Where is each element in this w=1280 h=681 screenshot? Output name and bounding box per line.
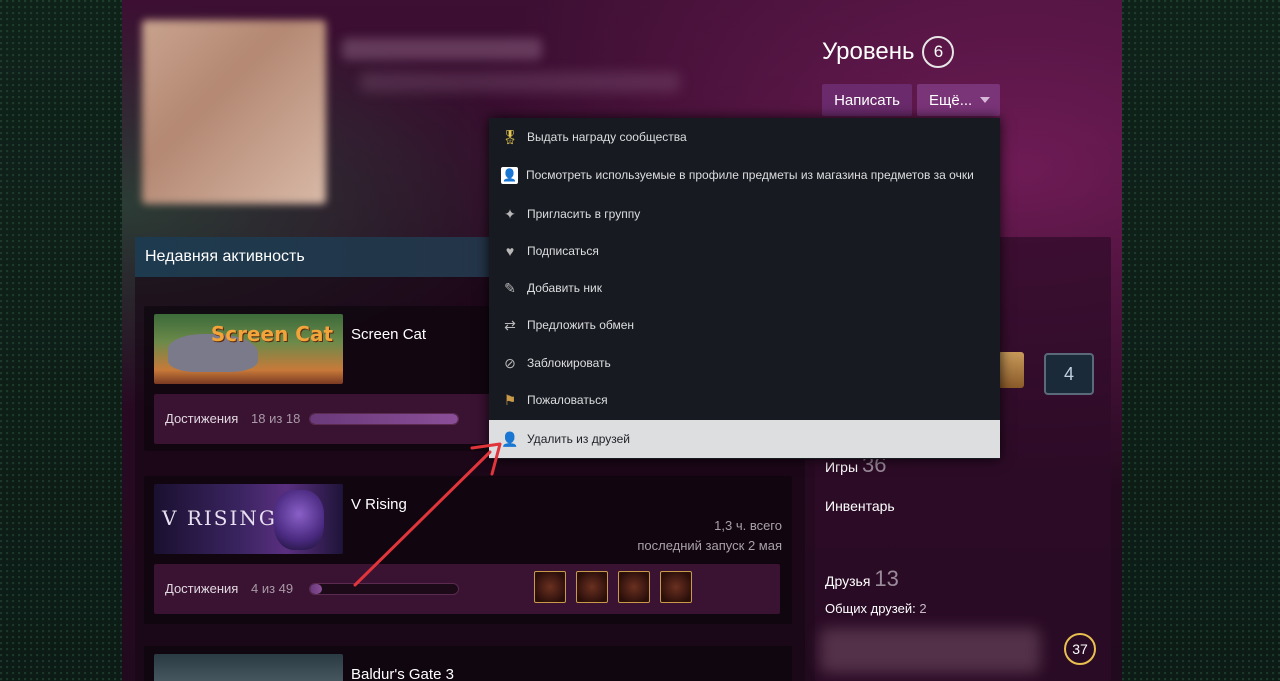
friends-label: Друзья (825, 573, 871, 589)
flag-icon: ⚑ (503, 391, 517, 408)
mutual-friends[interactable]: Общих друзей: 2 (825, 601, 927, 616)
recent-activity-header: Недавняя активность (135, 237, 505, 277)
achievements-label: Достижения (165, 411, 239, 426)
menu-item-label: Подписаться (527, 244, 599, 258)
block-icon: ⊘ (504, 354, 516, 371)
profile-items-icon: 👤 (501, 166, 518, 184)
menu-item-trade[interactable]: ⇄ Предложить обмен (489, 306, 1000, 344)
friend-level-badge: 37 (1064, 633, 1096, 665)
game-playtime-stats: 1,3 ч. всего последний запуск 2 мая (637, 516, 782, 556)
remove-friend-icon: 👤 (501, 430, 519, 447)
award-icon: 🎖 (501, 128, 519, 145)
mutual-friends-count: 2 (919, 601, 927, 616)
menu-item-label: Добавить ник (527, 281, 602, 295)
menu-item-view-profile-items[interactable]: 👤 Посмотреть используемые в профиле пред… (489, 156, 1000, 194)
profile-summary-blurred (360, 72, 680, 92)
pencil-icon: ✎ (504, 279, 516, 296)
inventory-label: Инвентарь (825, 498, 895, 514)
menu-item-block[interactable]: ⊘ Заблокировать (489, 344, 1000, 382)
sidebar-inventory-link[interactable]: Инвентарь (825, 498, 895, 514)
hours-played: 1,3 ч. всего (714, 518, 782, 533)
game-capsule-image[interactable]: V RISING (154, 484, 343, 554)
games-label: Игры (825, 459, 859, 475)
achievements-progress-track (309, 583, 459, 595)
vampire-illustration (274, 490, 324, 550)
recent-activity-title: Недавняя активность (145, 248, 305, 265)
game-capsule-image[interactable]: Screen Cat (154, 314, 343, 384)
game-name-link[interactable]: V Rising (351, 496, 407, 513)
friends-count: 13 (874, 566, 899, 591)
achievement-icon[interactable] (618, 571, 650, 603)
page-background-left (0, 0, 122, 681)
menu-item-add-nickname[interactable]: ✎ Добавить ник (489, 269, 1000, 307)
achievements-count: 4 из 49 (251, 581, 294, 596)
page-background-right (1122, 0, 1280, 681)
write-message-label: Написать (834, 91, 900, 109)
menu-item-label: Пожаловаться (527, 393, 608, 407)
menu-item-label: Посмотреть используемые в профиле предме… (526, 168, 974, 182)
avatar[interactable] (142, 20, 326, 204)
chevron-down-icon (980, 97, 991, 103)
trade-icon: ⇄ (504, 316, 516, 333)
friend-entry-blurred[interactable] (820, 628, 1040, 673)
capsule-title: V RISING (162, 506, 277, 530)
capsule-title: Screen Cat (210, 322, 333, 346)
achievements-count: 18 из 18 (251, 411, 301, 426)
menu-item-label: Заблокировать (527, 356, 611, 370)
game-name-link[interactable]: Baldur's Gate 3 (351, 666, 454, 681)
achievements-label: Достижения (165, 581, 239, 596)
profile-level: Уровень 6 (822, 36, 955, 68)
level-label: Уровень (822, 38, 915, 65)
menu-item-label: Удалить из друзей (527, 432, 630, 446)
write-message-button[interactable]: Написать (822, 84, 912, 116)
game-entry: Baldur's Gate 3 (144, 646, 792, 681)
more-actions-button[interactable]: Ещё... (917, 84, 1000, 116)
heart-icon: ♥ (505, 243, 515, 259)
achievements-bar[interactable]: Достижения 4 из 49 (154, 564, 780, 614)
menu-item-give-award[interactable]: 🎖 Выдать награду сообщества (489, 118, 1000, 156)
achievement-icon[interactable] (576, 571, 608, 603)
sidebar-friends-link[interactable]: Друзья 13 (825, 566, 899, 592)
menu-item-follow[interactable]: ♥ Подписаться (489, 232, 1000, 270)
achievement-icon[interactable] (534, 571, 566, 603)
menu-item-label: Предложить обмен (527, 318, 635, 332)
game-entry: V RISING V Rising 1,3 ч. всего последний… (144, 476, 792, 624)
more-actions-dropdown: 🎖 Выдать награду сообщества 👤 Посмотреть… (489, 118, 1000, 459)
menu-item-label: Пригласить в группу (527, 207, 641, 221)
menu-item-report[interactable]: ⚑ Пожаловаться (489, 381, 1000, 419)
profile-name-blurred (342, 38, 542, 60)
achievement-icons (534, 571, 692, 603)
last-played: последний запуск 2 мая (637, 538, 782, 553)
mutual-friends-label: Общих друзей: (825, 601, 916, 616)
achievements-progress-fill (310, 414, 458, 424)
achievements-progress-fill (310, 584, 322, 594)
achievement-icon[interactable] (660, 571, 692, 603)
badge-icon[interactable] (998, 352, 1024, 388)
game-capsule-image[interactable] (154, 654, 343, 681)
more-actions-label: Ещё... (929, 91, 973, 109)
menu-item-remove-friend[interactable]: 👤 Удалить из друзей (489, 420, 1000, 458)
menu-item-label: Выдать награду сообщества (527, 130, 687, 144)
achievements-progress-track (309, 413, 459, 425)
menu-item-invite-group[interactable]: ✦ Пригласить в группу (489, 195, 1000, 233)
level-badge[interactable]: 6 (922, 36, 955, 68)
group-invite-icon: ✦ (504, 205, 516, 222)
badge-count-icon[interactable]: 4 (1044, 353, 1094, 395)
game-name-link[interactable]: Screen Cat (351, 326, 426, 343)
